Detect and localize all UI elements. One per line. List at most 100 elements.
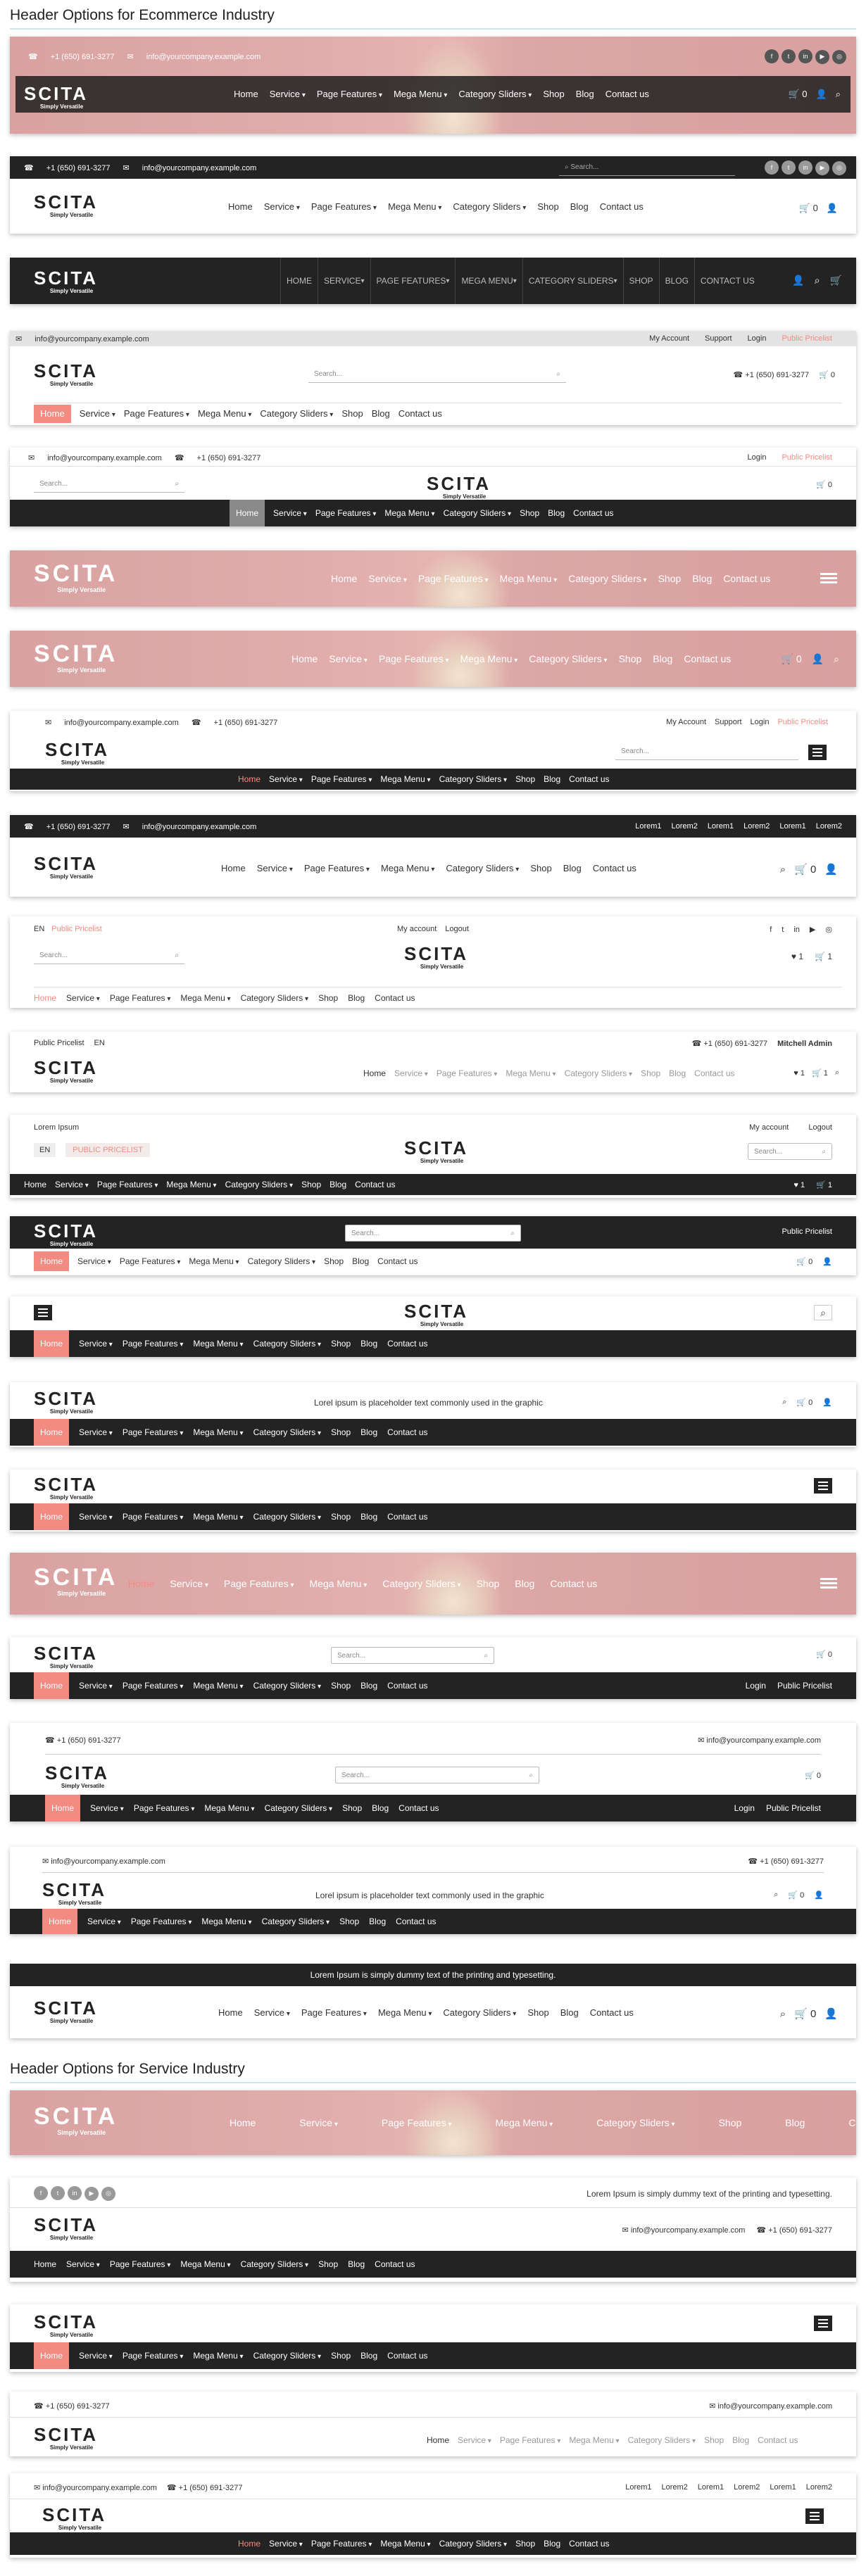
nav-shop[interactable]: Shop [719, 2117, 742, 2128]
nav-blog[interactable]: Blog [785, 2117, 805, 2128]
nav-service[interactable]: Service [458, 2435, 491, 2445]
pricelist-dropdown[interactable]: Public Pricelist [782, 1227, 832, 1236]
nav-blog[interactable]: Blog [372, 408, 390, 419]
nav-service[interactable]: Service [273, 508, 307, 518]
nav-features[interactable]: Page Features [124, 408, 189, 419]
hamburger-menu-icon[interactable] [34, 1305, 52, 1320]
nav-mega[interactable]: Mega Menu [198, 408, 251, 419]
email-text[interactable]: info@yourcompany.example.com [142, 823, 257, 831]
search-icon[interactable]: ⌕ [774, 1890, 778, 1900]
nav-service[interactable]: Service [269, 774, 303, 784]
nav-contact[interactable]: Contact us [848, 2117, 856, 2128]
logo[interactable]: SCITA Simply Versatile [34, 2104, 118, 2136]
logo[interactable]: SCITA Simply Versatile [404, 945, 468, 970]
logo[interactable]: SCITA Simply Versatile [34, 269, 98, 294]
nav-mega[interactable]: Mega Menu [180, 2259, 230, 2269]
nav-home[interactable]: Home [331, 573, 357, 584]
nav-features[interactable]: Page Features [418, 573, 489, 584]
nav-blog[interactable]: Blog [352, 1256, 369, 1266]
nav-home[interactable]: Home [34, 404, 71, 423]
nav-shop[interactable]: Shop [331, 1681, 351, 1691]
nav-features[interactable]: Page Features [134, 1803, 195, 1813]
nav-service[interactable]: Service [368, 573, 407, 584]
phone-text[interactable]: +1 (650) 691-3277 [214, 719, 278, 727]
nav-features[interactable]: Page Features [123, 1427, 184, 1437]
nav-service[interactable]: SERVICE [318, 258, 370, 304]
nav-home[interactable]: Home [221, 863, 246, 873]
nav-blog[interactable]: Blog [576, 89, 594, 99]
pricelist-dropdown[interactable]: Public Pricelist [51, 925, 102, 933]
pricelist-dropdown[interactable]: Public Pricelist [766, 1803, 821, 1813]
nav-home[interactable]: Home [230, 2117, 256, 2128]
nav-sliders[interactable]: Category Sliders [565, 1068, 633, 1078]
nav-sliders[interactable]: Category Sliders [628, 2435, 696, 2445]
nav-blog[interactable]: Blog [360, 1681, 377, 1691]
logo[interactable]: SCITA Simply Versatile [404, 1139, 468, 1164]
nav-blog[interactable]: Blog [348, 993, 365, 1003]
cart-icon[interactable]: 🛒 1 [812, 1068, 828, 1078]
nav-sliders[interactable]: Category Sliders [453, 201, 526, 212]
youtube-icon[interactable]: ▶ [815, 160, 829, 175]
lorem2-link[interactable]: Lorem2 [806, 2483, 832, 2492]
hamburger-menu-icon[interactable] [814, 1478, 832, 1494]
nav-blog[interactable]: Blog [732, 2435, 749, 2445]
nav-sliders[interactable]: Category Sliders [568, 573, 646, 584]
nav-service[interactable]: Service [77, 1256, 111, 1266]
cart-icon[interactable]: 🛒 0 [782, 653, 802, 665]
nav-service[interactable]: Service [257, 863, 293, 873]
phone-text[interactable]: ☎ +1 (650) 691-3277 [692, 1039, 768, 1048]
nav-contact[interactable]: Contact us [387, 1512, 427, 1522]
nav-blog[interactable]: Blog [360, 2351, 377, 2361]
nav-features[interactable]: Page Features [311, 201, 377, 212]
nav-home[interactable]: Home [218, 2007, 243, 2018]
user-icon[interactable]: 👤 [822, 1398, 832, 1407]
nav-shop[interactable]: Shop [331, 1427, 351, 1437]
nav-sliders[interactable]: Category Sliders [262, 1917, 330, 1926]
login-link[interactable]: Login [751, 718, 770, 726]
logo[interactable]: SCITA Simply Versatile [45, 740, 109, 766]
logo[interactable]: SCITA Simply Versatile [34, 1565, 118, 1597]
nav-service[interactable]: Service [79, 1339, 113, 1349]
cart-icon[interactable]: 🛒 0 [816, 1650, 832, 1659]
cart-icon[interactable]: 🛒 1 [816, 1180, 832, 1189]
nav-sliders[interactable]: Category Sliders [443, 2007, 516, 2018]
nav-blog[interactable]: Blog [515, 1578, 534, 1589]
nav-features[interactable]: Page Features [437, 1068, 498, 1078]
search-icon[interactable]: ⌕ [814, 1305, 832, 1320]
lorem2-link[interactable]: Lorem2 [743, 822, 770, 831]
nav-contact[interactable]: Contact us [605, 89, 649, 99]
hamburger-menu-icon[interactable] [818, 570, 839, 586]
nav-sliders[interactable]: Category Sliders [382, 1578, 460, 1589]
nav-blog[interactable]: Blog [563, 863, 582, 873]
logo[interactable]: SCITA Simply Versatile [34, 1222, 98, 1247]
lorem1-link[interactable]: Lorem1 [635, 822, 661, 831]
nav-service[interactable]: Service [79, 2351, 113, 2361]
logo[interactable]: SCITA Simply Versatile [34, 1059, 98, 1084]
nav-home[interactable]: Home [238, 2539, 261, 2549]
nav-contact[interactable]: Contact us [399, 408, 442, 419]
search-input[interactable]: Search... ⌕ [345, 1225, 521, 1242]
email-text[interactable]: info@yourcompany.example.com [34, 335, 149, 343]
nav-home[interactable]: Home [34, 1419, 70, 1446]
lorem1-link[interactable]: Lorem1 [779, 822, 805, 831]
lorem1-link[interactable]: Lorem1 [770, 2483, 796, 2492]
nav-features[interactable]: Page Features [120, 1256, 181, 1266]
youtube-icon[interactable]: ▶ [84, 2186, 99, 2201]
nav-service[interactable]: Service [90, 1803, 124, 1813]
nav-sliders[interactable]: Category Sliders [529, 653, 607, 664]
logo[interactable]: SCITA Simply Versatile [34, 2313, 98, 2338]
search-input[interactable]: Search... ⌕ [34, 947, 184, 964]
pricelist-dropdown[interactable]: Public Pricelist [782, 453, 832, 462]
language-dropdown[interactable]: EN [34, 1143, 56, 1157]
nav-contact[interactable]: Contact us [723, 573, 770, 584]
pricelist-dropdown[interactable]: Public Pricelist [777, 1681, 832, 1691]
nav-service[interactable]: Service [299, 2117, 338, 2128]
hamburger-menu-icon[interactable] [818, 1575, 839, 1591]
login-link[interactable]: Login [748, 334, 767, 343]
search-input[interactable]: Search... [615, 743, 798, 760]
logo[interactable]: SCITA Simply Versatile [42, 2506, 106, 2531]
nav-service[interactable]: Service [270, 89, 306, 99]
nav-home[interactable]: Home [45, 1795, 81, 1821]
email-text[interactable]: ✉ info@yourcompany.example.com [42, 1857, 165, 1866]
search-icon[interactable]: ⌕ [835, 1068, 839, 1078]
